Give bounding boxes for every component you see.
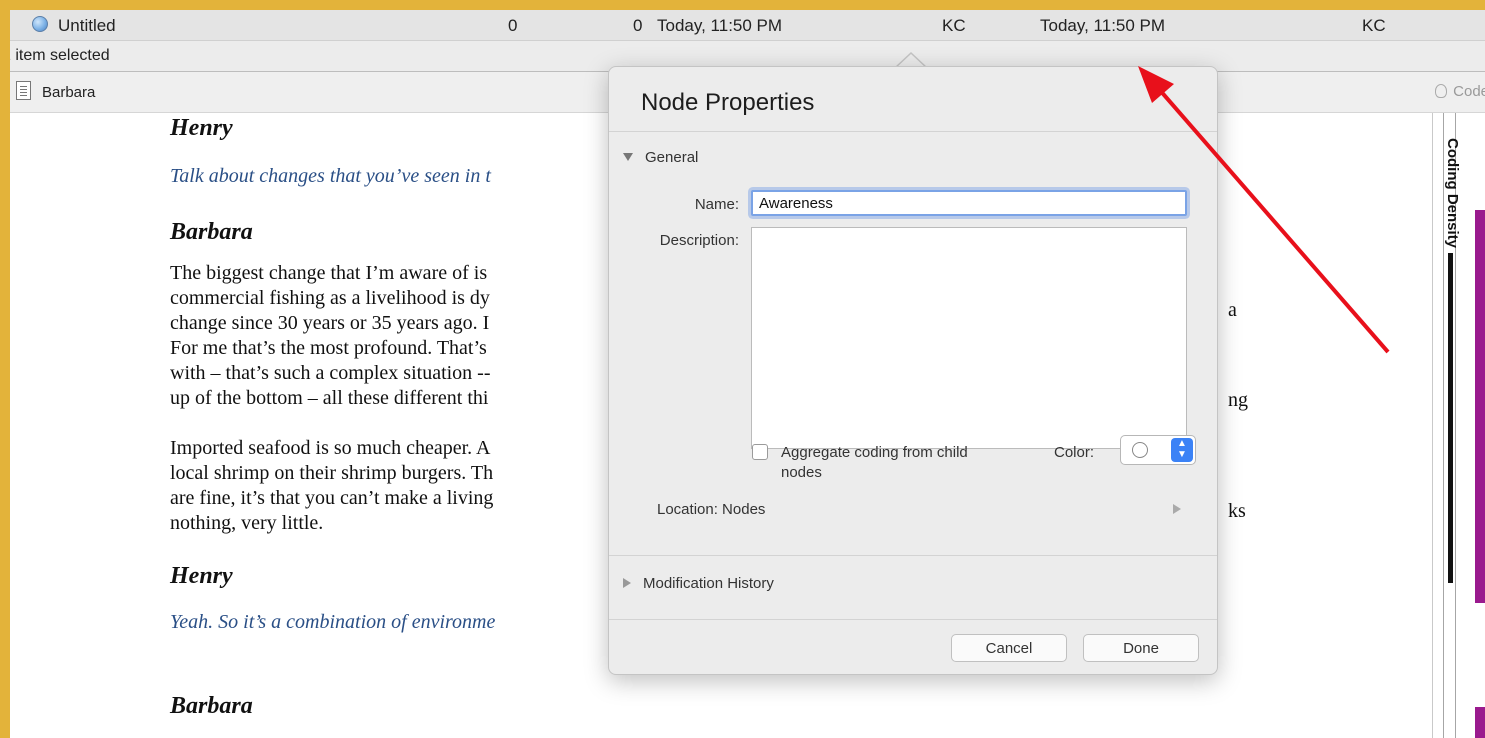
selection-status: 1 item selected	[10, 47, 110, 64]
coding-stripe[interactable]	[1475, 210, 1485, 603]
transcript-line: with – that’s such a complex situation -…	[170, 362, 491, 384]
speaker-name: Henry	[170, 563, 233, 589]
speaker-name: Henry	[170, 115, 233, 141]
description-label: Description:	[659, 232, 739, 249]
modification-history-label: Modification History	[643, 575, 774, 592]
transcript-line: nothing, very little.	[170, 512, 324, 534]
name-label: Name:	[694, 196, 739, 213]
location-chevron-icon[interactable]	[1173, 504, 1181, 514]
disclosure-right-icon	[623, 578, 631, 588]
aggregate-coding-checkbox[interactable]	[752, 444, 768, 460]
color-label: Color:	[1054, 444, 1095, 461]
transcript-line: Imported seafood is so much cheaper. A	[170, 437, 491, 459]
transcript-line: local shrimp on their shrimp burgers. Th	[170, 462, 494, 484]
transcript-line: commercial fishing as a livelihood is dy	[170, 287, 490, 309]
speaker-name: Barbara	[170, 219, 253, 245]
node-properties-dialog: Node Properties General Name: Descriptio…	[608, 66, 1218, 675]
coding-density-bar	[1448, 253, 1453, 583]
color-popup-button[interactable]: ▲ ▼	[1120, 435, 1196, 465]
transcript-fragment: a	[1228, 299, 1237, 321]
aggregate-coding-label[interactable]: Aggregate coding from child nodes	[781, 443, 1011, 483]
transcript-fragment: ks	[1228, 500, 1246, 522]
name-field[interactable]	[751, 190, 1187, 216]
node-list-row[interactable]: Untitled 0 0 Today, 11:50 PM KC Today, 1…	[10, 10, 1485, 41]
transcript-line: up of the bottom – all these different t…	[170, 387, 489, 409]
node-created-by: KC	[942, 16, 966, 35]
transcript-line: For me that’s the most profound. That’s	[170, 337, 487, 359]
node-modified-by: KC	[1362, 16, 1386, 35]
document-icon	[16, 81, 31, 100]
transcript-line: The biggest change that I’m aware of is	[170, 262, 488, 284]
done-button[interactable]: Done	[1083, 634, 1199, 662]
modification-history-toggle[interactable]: Modification History	[623, 575, 774, 592]
disclosure-down-icon	[623, 153, 633, 161]
lightbulb-icon	[1435, 84, 1448, 98]
interviewer-prompt: Talk about changes that you’ve seen in t	[170, 165, 491, 187]
transcript-line: change since 30 years or 35 years ago. I	[170, 312, 490, 334]
transcript-line: are fine, it’s that you can’t make a liv…	[170, 487, 494, 509]
cancel-button[interactable]: Cancel	[951, 634, 1067, 662]
color-swatch-icon	[1132, 442, 1148, 458]
code-hint[interactable]: Code	[1435, 83, 1485, 100]
node-created-on: Today, 11:50 PM	[657, 16, 783, 35]
node-globe-icon	[32, 16, 48, 32]
location-label: Location: Nodes	[657, 501, 766, 518]
code-hint-label: Code	[1453, 83, 1485, 100]
speaker-name: Barbara	[170, 693, 253, 719]
dialog-title: Node Properties	[641, 89, 815, 116]
general-section-toggle[interactable]: General	[623, 149, 698, 166]
node-files-count: 0	[508, 16, 518, 35]
coding-density-label: Coding Density	[1444, 138, 1461, 249]
general-section-label: General	[645, 149, 699, 166]
transcript-fragment: ng	[1228, 389, 1248, 411]
coding-stripe[interactable]	[1475, 707, 1485, 738]
stepper-chevrons-icon: ▲ ▼	[1171, 438, 1193, 462]
description-field[interactable]	[751, 227, 1187, 449]
interviewer-prompt: Yeah. So it’s a combination of environme	[170, 611, 496, 633]
node-modified-on: Today, 11:50 PM	[1040, 16, 1166, 35]
node-references-count: 0	[633, 16, 643, 35]
document-title: Barbara	[42, 84, 96, 101]
node-name: Untitled	[58, 16, 116, 35]
